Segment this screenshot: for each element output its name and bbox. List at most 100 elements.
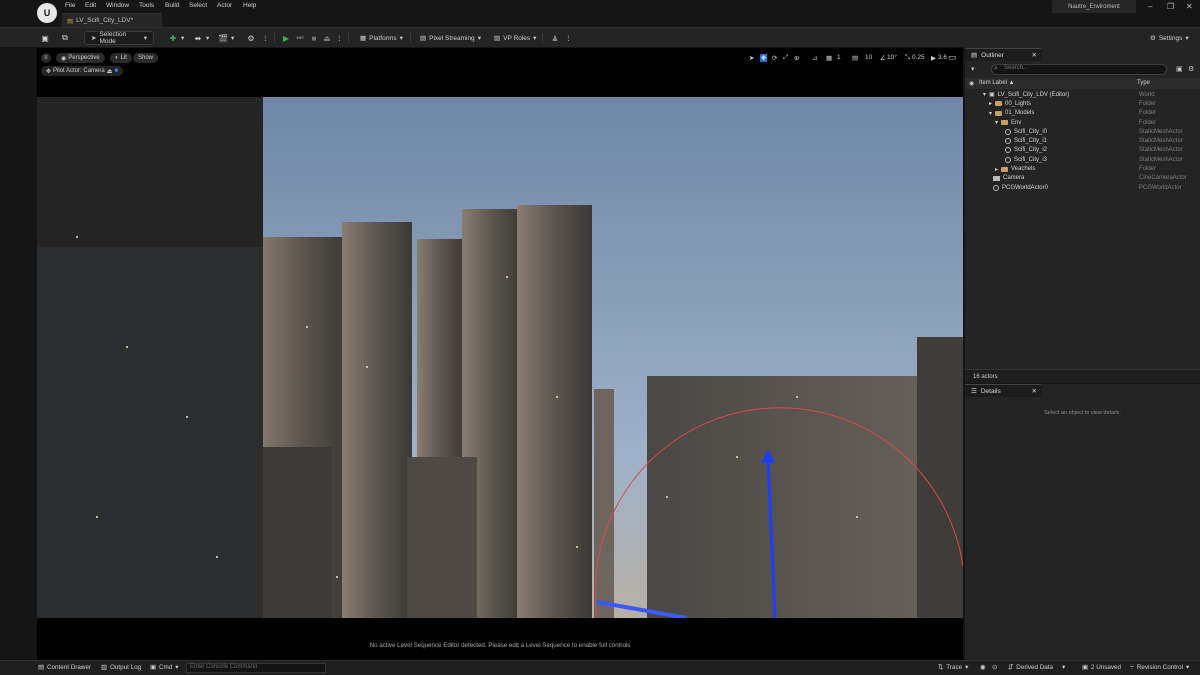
output-log-button[interactable]: ▥ Output Log [101,664,141,671]
scale-snap-icon[interactable]: ⤡ [905,54,910,62]
tree-row-pcg[interactable]: PCGWorldActor0 PCGWorldActor [965,183,1200,192]
content-drawer-button[interactable]: ▤ Content Drawer [38,664,91,671]
settings-icon[interactable]: ⚙ [1188,65,1194,73]
close-icon[interactable]: ✕ [1186,2,1193,11]
viewport-layout-icon[interactable]: ▭ [948,52,957,63]
record-icon[interactable]: ◉ [980,664,986,671]
selection-mode-dropdown[interactable]: ➤ Selection Mode ▾ [84,31,154,45]
camera-speed-icon[interactable]: ▶ [931,54,936,62]
maximize-icon[interactable]: ❐ [1167,2,1174,11]
blueprint-icon[interactable]: ⬌ ▾ [193,31,210,45]
scene-render[interactable] [37,97,963,618]
perspective-button[interactable]: ◉ Perspective [56,53,105,63]
tree-row-mesh[interactable]: Scifi_City_i2 StaticMeshActor [965,146,1200,155]
chevron-down-icon: ▾ [1062,664,1066,671]
tree-row-label: Scifi_City_i0 [1014,128,1048,135]
pixel-streaming-dropdown[interactable]: ▧ Pixel Streaming ▾ [420,31,481,45]
eject-pilot-icon[interactable]: ⏏ [107,68,113,75]
add-actor-icon[interactable]: ✚ ▾ [168,31,185,45]
rotation-snap-icon[interactable]: ∠ [880,54,886,62]
scale-tool-icon[interactable]: ⤢ [783,54,788,62]
revision-control-button[interactable]: ⑂ Revision Control ▾ [1130,664,1189,671]
tree-row-veachels[interactable]: ▸ Veachels Folder [965,164,1200,173]
add-folder-icon[interactable]: ▣ [1176,65,1183,73]
show-button[interactable]: Show [133,53,159,63]
eject-icon[interactable]: ⏏ [322,31,332,45]
menu-build[interactable]: Build [165,2,179,9]
settings-button[interactable]: ⚙ Settings ▾ [1150,31,1189,45]
location-grid-value[interactable]: 10 [865,54,872,61]
pixel-streaming-icon: ▧ [420,35,427,42]
world-space-icon[interactable]: ⊕ [794,54,799,62]
menu-file[interactable]: File [65,2,75,9]
layer-count-label[interactable]: 1 [837,54,841,61]
more-options-icon[interactable]: ⋮ [565,31,572,45]
cmd-dropdown[interactable]: ▣ Cmd ▾ [150,664,178,671]
project-name: Nautre_Enviroment [1052,0,1136,13]
modeling-icon[interactable]: ⚙ [246,31,256,45]
play-icon[interactable]: ▶ [281,31,291,45]
viewport-menu-button[interactable]: ≡ [41,53,51,63]
grid-snap-icon[interactable]: ▦ [826,54,832,62]
cmd-label: Cmd [158,664,173,671]
close-icon[interactable]: ✕ [1032,51,1037,59]
item-label-column[interactable]: Item Label ▲ [979,80,1015,86]
play-options-icon[interactable]: ⋮ [336,31,343,45]
menu-help[interactable]: Help [243,2,256,9]
outliner-search-input[interactable]: Search... [991,64,1167,75]
more-options-icon[interactable]: ⋮ [262,31,269,45]
menu-actor[interactable]: Actor [217,2,232,9]
unreal-logo-icon[interactable]: U [37,3,57,23]
translate-tool-icon[interactable]: ✥ [760,54,768,62]
details-tab[interactable]: ☰ Details ✕ [965,384,1041,397]
expand-arrow-icon[interactable]: ▸ [995,166,998,173]
stop-icon[interactable]: ■ [309,31,319,45]
vp-roles-icon: ▨ [494,35,501,42]
tree-row-mesh[interactable]: Scifi_City_i3 StaticMeshActor [965,155,1200,164]
cinematics-icon[interactable]: 🎬 ▾ [218,31,234,45]
select-tool-icon[interactable]: ➤ [749,54,754,62]
unsaved-button[interactable]: ▣ 2 Unsaved [1082,664,1121,671]
derived-data-button[interactable]: ⇵ Derived Data ▾ [1008,664,1065,671]
trace-dropdown[interactable]: ⇅ Trace ▾ [938,664,968,671]
level-viewport[interactable]: ≡ ◉ Perspective ◐ Lit Show ✥ Pilot Actor… [37,48,963,660]
outliner-tab[interactable]: ▤ Outliner ✕ [965,48,1041,61]
browse-icon[interactable]: ⧉ [60,31,70,45]
rotate-tool-icon[interactable]: ⟳ [772,54,777,62]
expand-arrow-icon[interactable]: ▸ [989,100,992,107]
save-icon[interactable]: ▣ [40,31,50,45]
console-input[interactable]: Enter Console Command [186,663,326,673]
filter-icon[interactable]: ▾ [971,65,975,73]
snapshot-icon[interactable]: ⊙ [992,664,997,671]
type-column[interactable]: Type [1137,80,1150,86]
simulate-icon[interactable]: ⏭ [295,31,305,45]
vp-roles-dropdown[interactable]: ▨ VP Roles ▾ [494,31,536,45]
tree-row-mesh[interactable]: Scifi_City_i1 StaticMeshActor [965,137,1200,146]
menu-tools[interactable]: Tools [139,2,154,9]
camera-speed-value[interactable]: 3.6 [938,54,947,61]
document-tab[interactable]: ▤ LV_Scifi_City_LDV* [62,13,162,27]
tree-row-mesh[interactable]: Scifi_City_i0 StaticMeshActor [965,127,1200,136]
tree-row-models[interactable]: ▾ 01_Models Folder [965,109,1200,118]
tree-row-lights[interactable]: ▸ 00_Lights Folder [965,99,1200,108]
location-grid-icon[interactable]: ▤ [852,54,858,62]
lit-button[interactable]: ◐ Lit [110,53,132,63]
menu-select[interactable]: Select [189,2,207,9]
tree-row-world[interactable]: ▾ ▣ LV_Scifi_City_LDV (Editor) World [965,90,1200,99]
minimize-icon[interactable]: – [1148,2,1152,11]
surface-snap-icon[interactable]: ⊿ [812,54,817,62]
rotation-snap-value[interactable]: 10° [887,54,897,61]
camera-icon[interactable]: ■ [114,68,118,74]
menu-window[interactable]: Window [106,2,129,9]
menu-edit[interactable]: Edit [85,2,96,9]
platforms-dropdown[interactable]: ▦ Platforms ▾ [360,31,403,45]
expand-arrow-icon[interactable]: ▾ [989,110,992,117]
close-icon[interactable]: ✕ [1032,387,1037,395]
visibility-icon[interactable]: ◉ [969,80,974,87]
expand-arrow-icon[interactable]: ▾ [995,119,998,126]
tree-row-env[interactable]: ▾ Env Folder [965,118,1200,127]
scale-snap-value[interactable]: 0.25 [912,54,925,61]
virtual-production-icon[interactable]: ♟ [550,31,560,45]
tree-row-camera[interactable]: Camera CineCameraActor [965,174,1200,183]
expand-arrow-icon[interactable]: ▾ [983,91,986,98]
